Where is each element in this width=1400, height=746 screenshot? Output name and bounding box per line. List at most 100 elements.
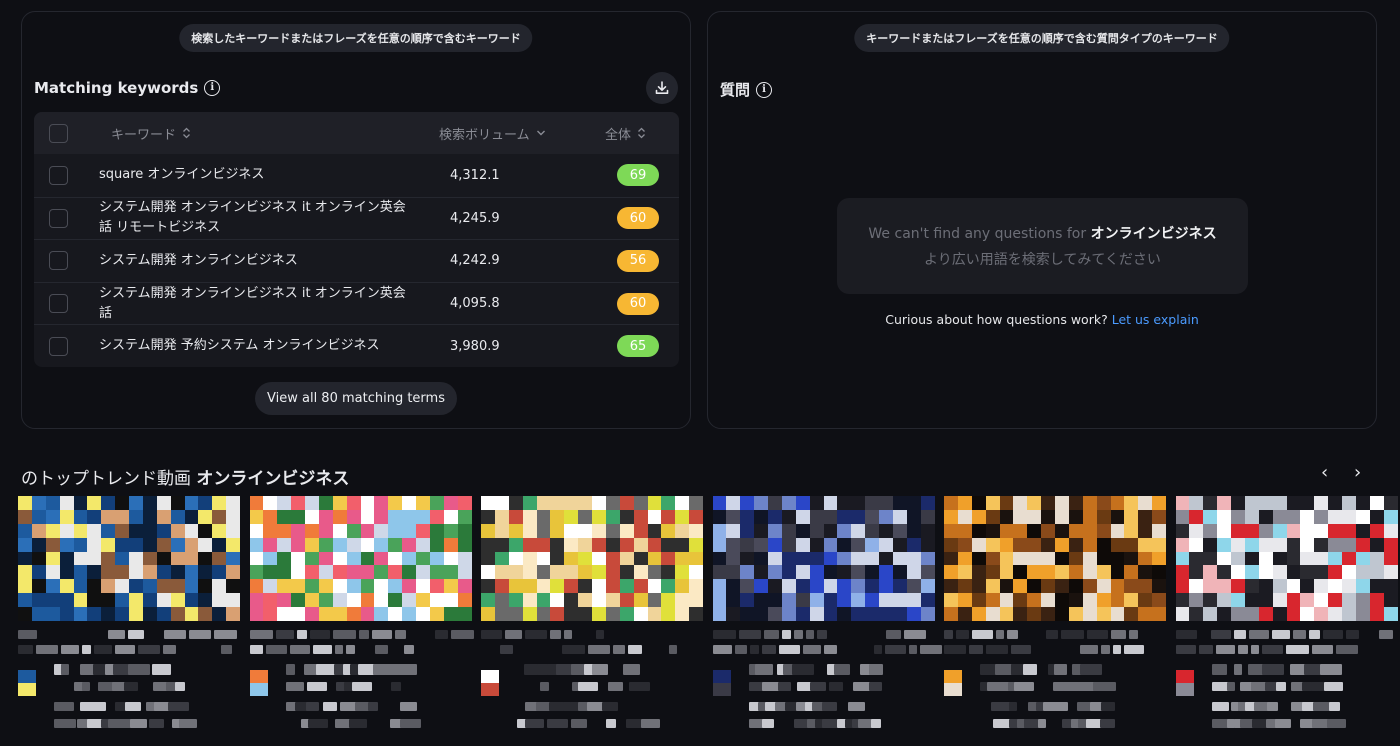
blurred-text — [1323, 682, 1343, 691]
column-keyword[interactable]: キーワード — [111, 124, 191, 143]
video-thumbnail[interactable] — [18, 496, 240, 621]
blurred-text — [1210, 630, 1231, 639]
keyword-cell: square オンラインビジネス — [99, 167, 265, 183]
blurred-text — [164, 630, 186, 639]
table-row[interactable]: システム開発 オンラインビジネス 4,242.9 56 — [34, 239, 679, 282]
video-card[interactable] — [1175, 496, 1398, 736]
blurred-text — [1055, 702, 1068, 711]
video-card[interactable] — [481, 496, 703, 736]
row-checkbox[interactable] — [49, 294, 68, 314]
keyword-cell: システム開発 オンラインビジネス it オンライン英会話 リモートビジネス — [99, 200, 406, 236]
blurred-text — [1211, 664, 1227, 675]
blurred-text — [1233, 664, 1242, 675]
channel-avatar[interactable] — [18, 670, 36, 696]
video-thumbnail[interactable] — [249, 496, 472, 621]
blurred-text — [607, 682, 623, 691]
blurred-text — [400, 702, 418, 711]
channel-avatar[interactable] — [249, 670, 268, 696]
blurred-text — [1322, 630, 1343, 639]
blurred-text — [60, 664, 69, 675]
blurred-text — [1275, 719, 1292, 728]
table-row[interactable]: システム開発 オンラインビジネス it オンライン英会話 4,095.8 60 — [34, 281, 679, 325]
blurred-text — [761, 719, 774, 728]
blurred-text — [309, 630, 330, 639]
blurred-text — [1276, 682, 1287, 691]
blurred-text — [1292, 630, 1306, 639]
sort-icon — [638, 127, 645, 139]
blurred-text — [1007, 630, 1018, 639]
blurred-text — [128, 630, 144, 639]
channel-avatar[interactable] — [481, 670, 499, 696]
blurred-text — [613, 645, 625, 654]
video-thumbnail[interactable] — [712, 496, 935, 621]
channel-avatar[interactable] — [712, 670, 731, 696]
questions-panel: キーワードまたはフレーズを任意の順序で含む質問タイプのキーワード 質問 i We… — [707, 11, 1377, 429]
blurred-text — [1271, 630, 1290, 639]
table-row[interactable]: システム開発 オンラインビジネス it オンライン英会話 リモートビジネス 4,2… — [34, 196, 679, 240]
prev-arrow-icon[interactable]: ‹ — [1321, 462, 1328, 483]
column-volume[interactable]: 検索ボリューム — [439, 124, 546, 143]
table-header: キーワード 検索ボリューム 全体 — [34, 112, 679, 154]
blurred-text — [588, 645, 610, 654]
blurred-text — [944, 630, 953, 639]
blurred-text — [285, 682, 304, 691]
info-icon[interactable]: i — [204, 80, 221, 96]
row-checkbox[interactable] — [49, 208, 68, 228]
score-badge: 60 — [617, 207, 659, 230]
column-overall[interactable]: 全体 — [605, 124, 646, 143]
matching-keywords-description: 検索したキーワードまたはフレーズを任意の順序で含むキーワード — [179, 24, 533, 52]
video-card[interactable] — [249, 496, 474, 736]
blurred-text — [189, 630, 211, 639]
video-thumbnail[interactable] — [481, 496, 703, 621]
blurred-text — [996, 630, 1004, 639]
video-card[interactable] — [712, 496, 942, 736]
channel-avatar[interactable] — [944, 670, 962, 696]
blurred-text — [322, 702, 337, 711]
blurred-text — [221, 645, 232, 654]
blurred-text — [1023, 664, 1038, 675]
blurred-text — [332, 630, 356, 639]
table-row[interactable]: システム開発 予約システム オンラインビジネス 3,980.9 65 — [34, 324, 679, 367]
blurred-text — [564, 630, 572, 639]
let-us-explain-link[interactable]: Let us explain — [1112, 312, 1199, 327]
blurred-text — [1054, 664, 1068, 675]
blurred-text — [755, 664, 774, 675]
blurred-text — [969, 645, 983, 654]
blurred-text — [1261, 645, 1283, 654]
video-thumbnail[interactable] — [944, 496, 1166, 621]
info-icon[interactable]: i — [756, 81, 773, 98]
blurred-text — [394, 630, 406, 639]
blurred-text — [778, 645, 800, 654]
row-checkbox[interactable] — [49, 336, 68, 356]
video-card[interactable] — [944, 496, 1166, 736]
blurred-text — [873, 645, 882, 654]
row-checkbox[interactable] — [49, 165, 68, 185]
next-arrow-icon[interactable]: › — [1354, 462, 1361, 483]
blurred-text — [1211, 702, 1229, 711]
select-all-checkbox[interactable] — [49, 123, 68, 143]
blurred-text — [606, 719, 617, 728]
video-card[interactable] — [18, 496, 240, 736]
matching-keywords-heading: Matching keywords i — [34, 79, 221, 97]
questions-description: キーワードまたはフレーズを任意の順序で含む質問タイプのキーワード — [854, 24, 1230, 52]
blurred-text — [289, 645, 310, 654]
score-badge: 69 — [617, 164, 659, 187]
blurred-text — [761, 645, 776, 654]
blurred-text — [944, 645, 966, 654]
video-thumbnail[interactable] — [1175, 496, 1398, 621]
row-checkbox[interactable] — [49, 251, 68, 271]
blurred-text — [919, 645, 942, 654]
download-button[interactable] — [646, 72, 678, 104]
table-row[interactable]: square オンラインビジネス 4,312.1 69 — [34, 154, 679, 197]
blurred-text — [847, 702, 865, 711]
blurred-text — [870, 719, 881, 728]
blurred-text — [36, 645, 58, 654]
view-all-button[interactable]: View all 80 matching terms — [255, 382, 457, 415]
trending-videos-title: のトップトレンド動画 オンラインビジネス — [21, 469, 350, 489]
score-badge: 65 — [617, 335, 659, 358]
blurred-text — [334, 645, 343, 654]
blurred-text — [312, 645, 332, 654]
blurred-text — [602, 702, 619, 711]
blurred-text — [434, 630, 448, 639]
channel-avatar[interactable] — [1175, 670, 1194, 696]
